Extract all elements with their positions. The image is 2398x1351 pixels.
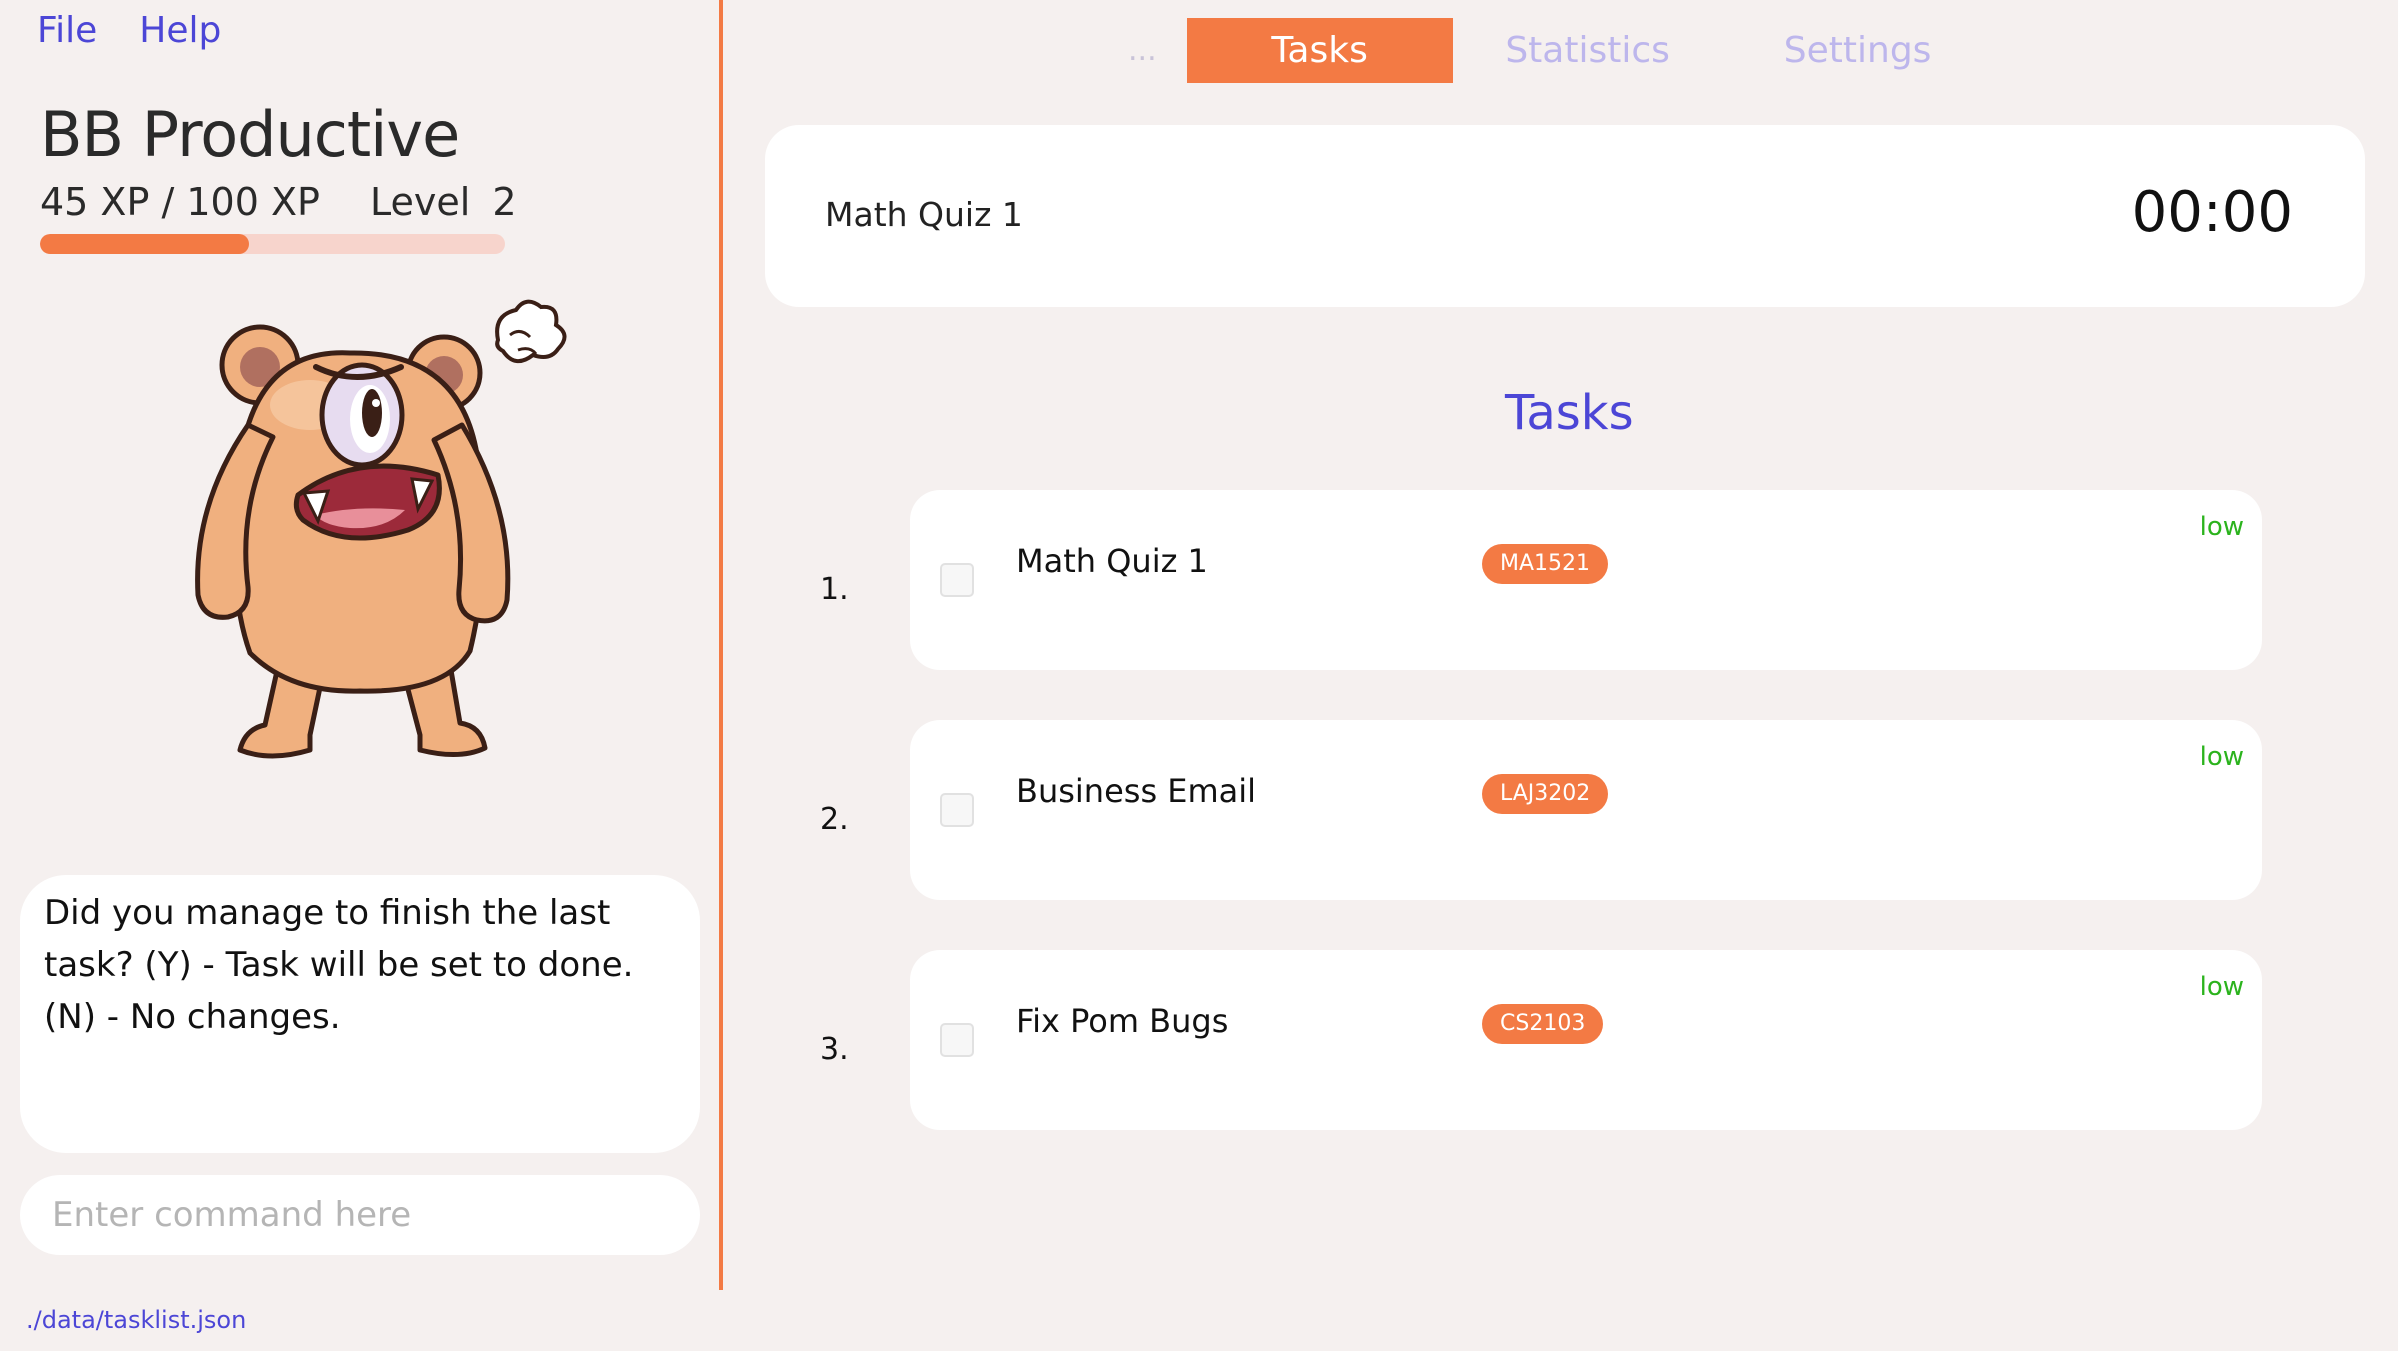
xp-progress-bar [40, 234, 505, 254]
tab-bar: ... Tasks Statistics Settings [1128, 18, 1993, 83]
left-panel: File Help BB Productive 45 XP / 100 XP L… [0, 0, 720, 1351]
mascot-speech-bubble: Did you manage to finish the last task? … [20, 875, 700, 1153]
panel-divider [719, 0, 723, 1290]
xp-readout: 45 XP / 100 XP [40, 180, 320, 224]
command-input[interactable] [20, 1175, 700, 1255]
tasks-heading: Tasks [1505, 385, 1634, 441]
task-row: 3. Fix Pom Bugs CS2103 low [820, 950, 2262, 1130]
task-tag: CS2103 [1482, 1004, 1604, 1044]
level-label: Level [370, 180, 471, 224]
task-row: 2. Business Email LAJ3202 low [820, 720, 2262, 900]
task-name: Math Quiz 1 [1016, 542, 1208, 580]
level-value: 2 [492, 180, 517, 224]
app-title: BB Productive [40, 98, 460, 171]
pomodoro-timer-card: Math Quiz 1 00:00 [765, 125, 2365, 307]
xp-progress-fill [40, 234, 250, 254]
task-number: 1. [820, 572, 849, 607]
help-menu[interactable]: Help [139, 10, 221, 51]
task-card[interactable]: Math Quiz 1 MA1521 low [910, 490, 2262, 670]
task-done-checkbox[interactable] [940, 1023, 974, 1057]
task-done-checkbox[interactable] [940, 793, 974, 827]
tab-overflow-dots[interactable]: ... [1128, 33, 1157, 68]
data-file-path: ./data/tasklist.json [26, 1306, 247, 1334]
task-priority: low [2199, 742, 2244, 772]
task-tag: MA1521 [1482, 544, 1609, 584]
task-row: 1. Math Quiz 1 MA1521 low [820, 490, 2262, 670]
task-card[interactable]: Fix Pom Bugs CS2103 low [910, 950, 2262, 1130]
task-done-checkbox[interactable] [940, 563, 974, 597]
task-priority: low [2199, 972, 2244, 1002]
tab-settings[interactable]: Settings [1723, 18, 1993, 83]
angry-bear-mascot-icon [195, 299, 567, 759]
level-readout: Level 2 [370, 180, 517, 224]
task-number: 3. [820, 1032, 849, 1067]
task-name: Fix Pom Bugs [1016, 1002, 1229, 1040]
task-tag: LAJ3202 [1482, 774, 1609, 814]
tab-statistics[interactable]: Statistics [1453, 18, 1723, 83]
tab-tasks[interactable]: Tasks [1186, 18, 1453, 83]
task-card[interactable]: Business Email LAJ3202 low [910, 720, 2262, 900]
timer-clock: 00:00 [2131, 180, 2293, 245]
timer-task-name: Math Quiz 1 [825, 195, 1023, 234]
file-menu[interactable]: File [37, 10, 97, 51]
task-number: 2. [820, 802, 849, 837]
task-name: Business Email [1016, 772, 1257, 810]
task-priority: low [2199, 512, 2244, 542]
menu-bar: File Help [37, 10, 221, 51]
